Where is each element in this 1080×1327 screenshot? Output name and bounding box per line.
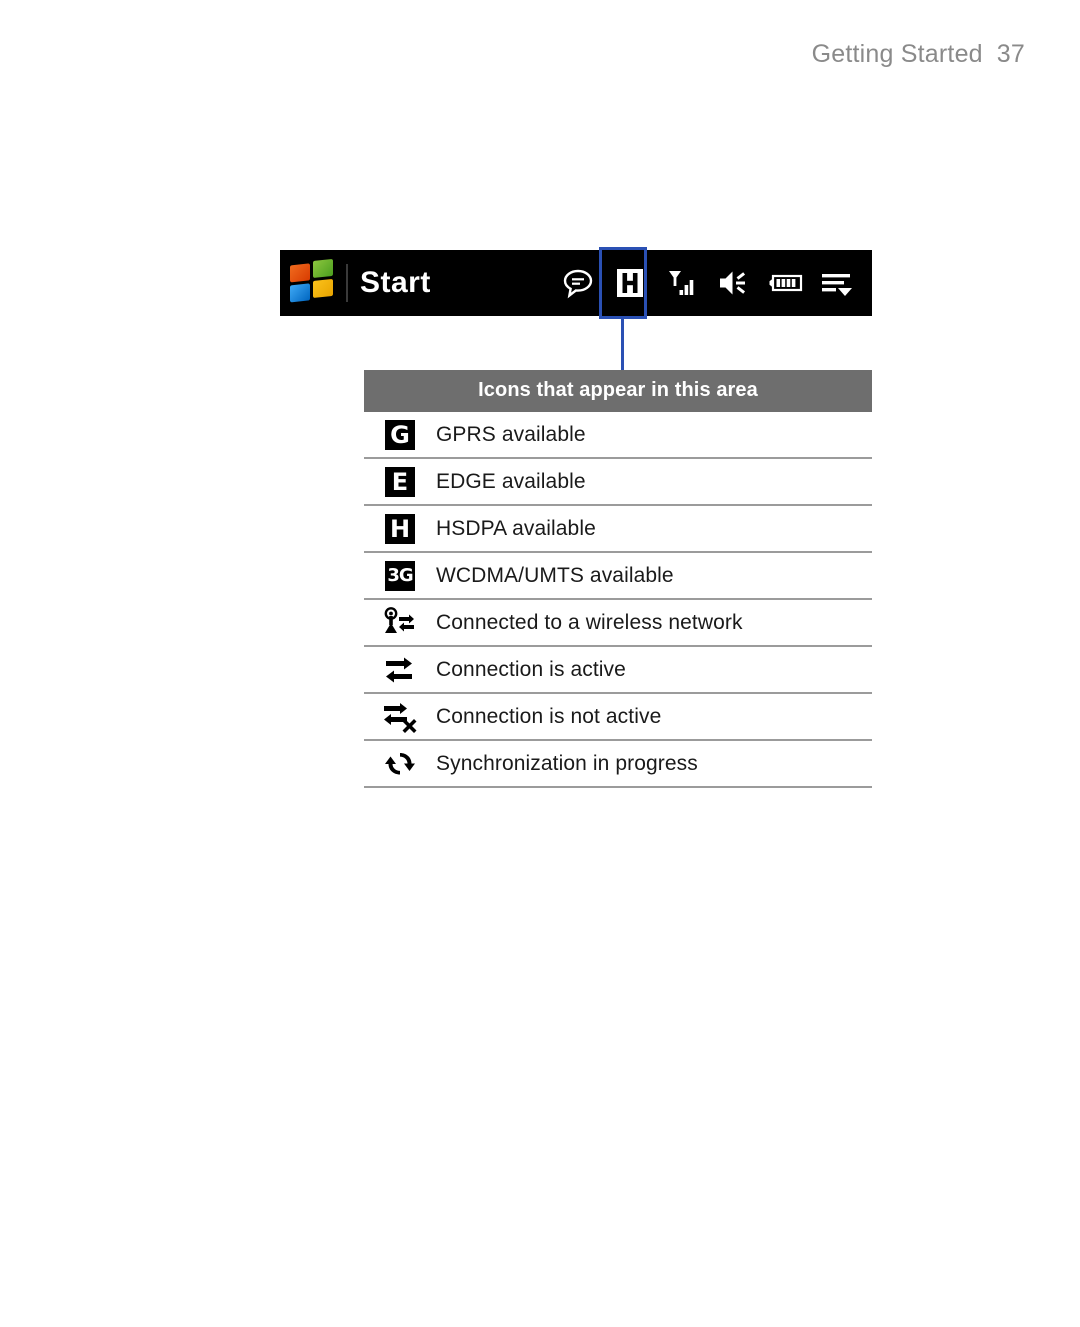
- edge-tile-icon: E: [364, 466, 436, 497]
- row-label: GPRS available: [436, 422, 586, 446]
- device-status-bar: Start: [280, 250, 872, 316]
- notification-bubble-icon[interactable]: [558, 263, 598, 303]
- icon-legend-table: Icons that appear in this area G GPRS av…: [364, 370, 872, 788]
- table-row: Connected to a wireless network: [364, 600, 872, 647]
- row-label: Connection is active: [436, 657, 626, 681]
- connection-active-icon: [364, 653, 436, 687]
- hsdpa-h-icon[interactable]: [610, 263, 650, 303]
- row-label: Connection is not active: [436, 704, 662, 728]
- wcdma-umts-tile-glyph: 3G: [385, 560, 415, 591]
- gprs-tile-glyph: G: [385, 419, 415, 450]
- row-label: EDGE available: [436, 469, 586, 493]
- connection-inactive-icon: [364, 700, 436, 734]
- hsdpa-tile-glyph: H: [385, 513, 415, 544]
- wireless-network-connected-icon: [364, 606, 436, 640]
- row-label: Synchronization in progress: [436, 751, 698, 775]
- windows-flag-logo-icon: [290, 258, 336, 306]
- row-label: Connected to a wireless network: [436, 610, 743, 634]
- start-menu-button[interactable]: Start: [280, 258, 431, 306]
- table-row: Connection is not active: [364, 694, 872, 741]
- row-label: HSDPA available: [436, 516, 596, 540]
- start-label: Start: [360, 266, 431, 299]
- table-row: H HSDPA available: [364, 506, 872, 553]
- row-label: WCDMA/UMTS available: [436, 563, 674, 587]
- callout-connector-line: [621, 319, 624, 373]
- battery-icon[interactable]: [766, 263, 806, 303]
- gprs-tile-icon: G: [364, 419, 436, 450]
- table-row: 3G WCDMA/UMTS available: [364, 553, 872, 600]
- menu-list-icon[interactable]: [818, 263, 858, 303]
- edge-tile-glyph: E: [385, 466, 415, 497]
- table-header: Icons that appear in this area: [364, 370, 872, 412]
- synchronization-icon: [364, 747, 436, 781]
- signal-strength-icon[interactable]: [662, 263, 702, 303]
- table-row: Synchronization in progress: [364, 741, 872, 788]
- status-icon-tray: [558, 263, 872, 303]
- table-row: Connection is active: [364, 647, 872, 694]
- statusbar-divider: [346, 264, 348, 302]
- volume-speaker-icon[interactable]: [714, 263, 754, 303]
- page-number: 37: [996, 40, 1025, 68]
- page-header-title: Getting Started: [811, 40, 983, 68]
- table-row: E EDGE available: [364, 459, 872, 506]
- page-header: Getting Started 37: [812, 40, 1025, 69]
- hsdpa-tile-icon: H: [364, 513, 436, 544]
- wcdma-umts-tile-icon: 3G: [364, 560, 436, 591]
- table-row: G GPRS available: [364, 412, 872, 459]
